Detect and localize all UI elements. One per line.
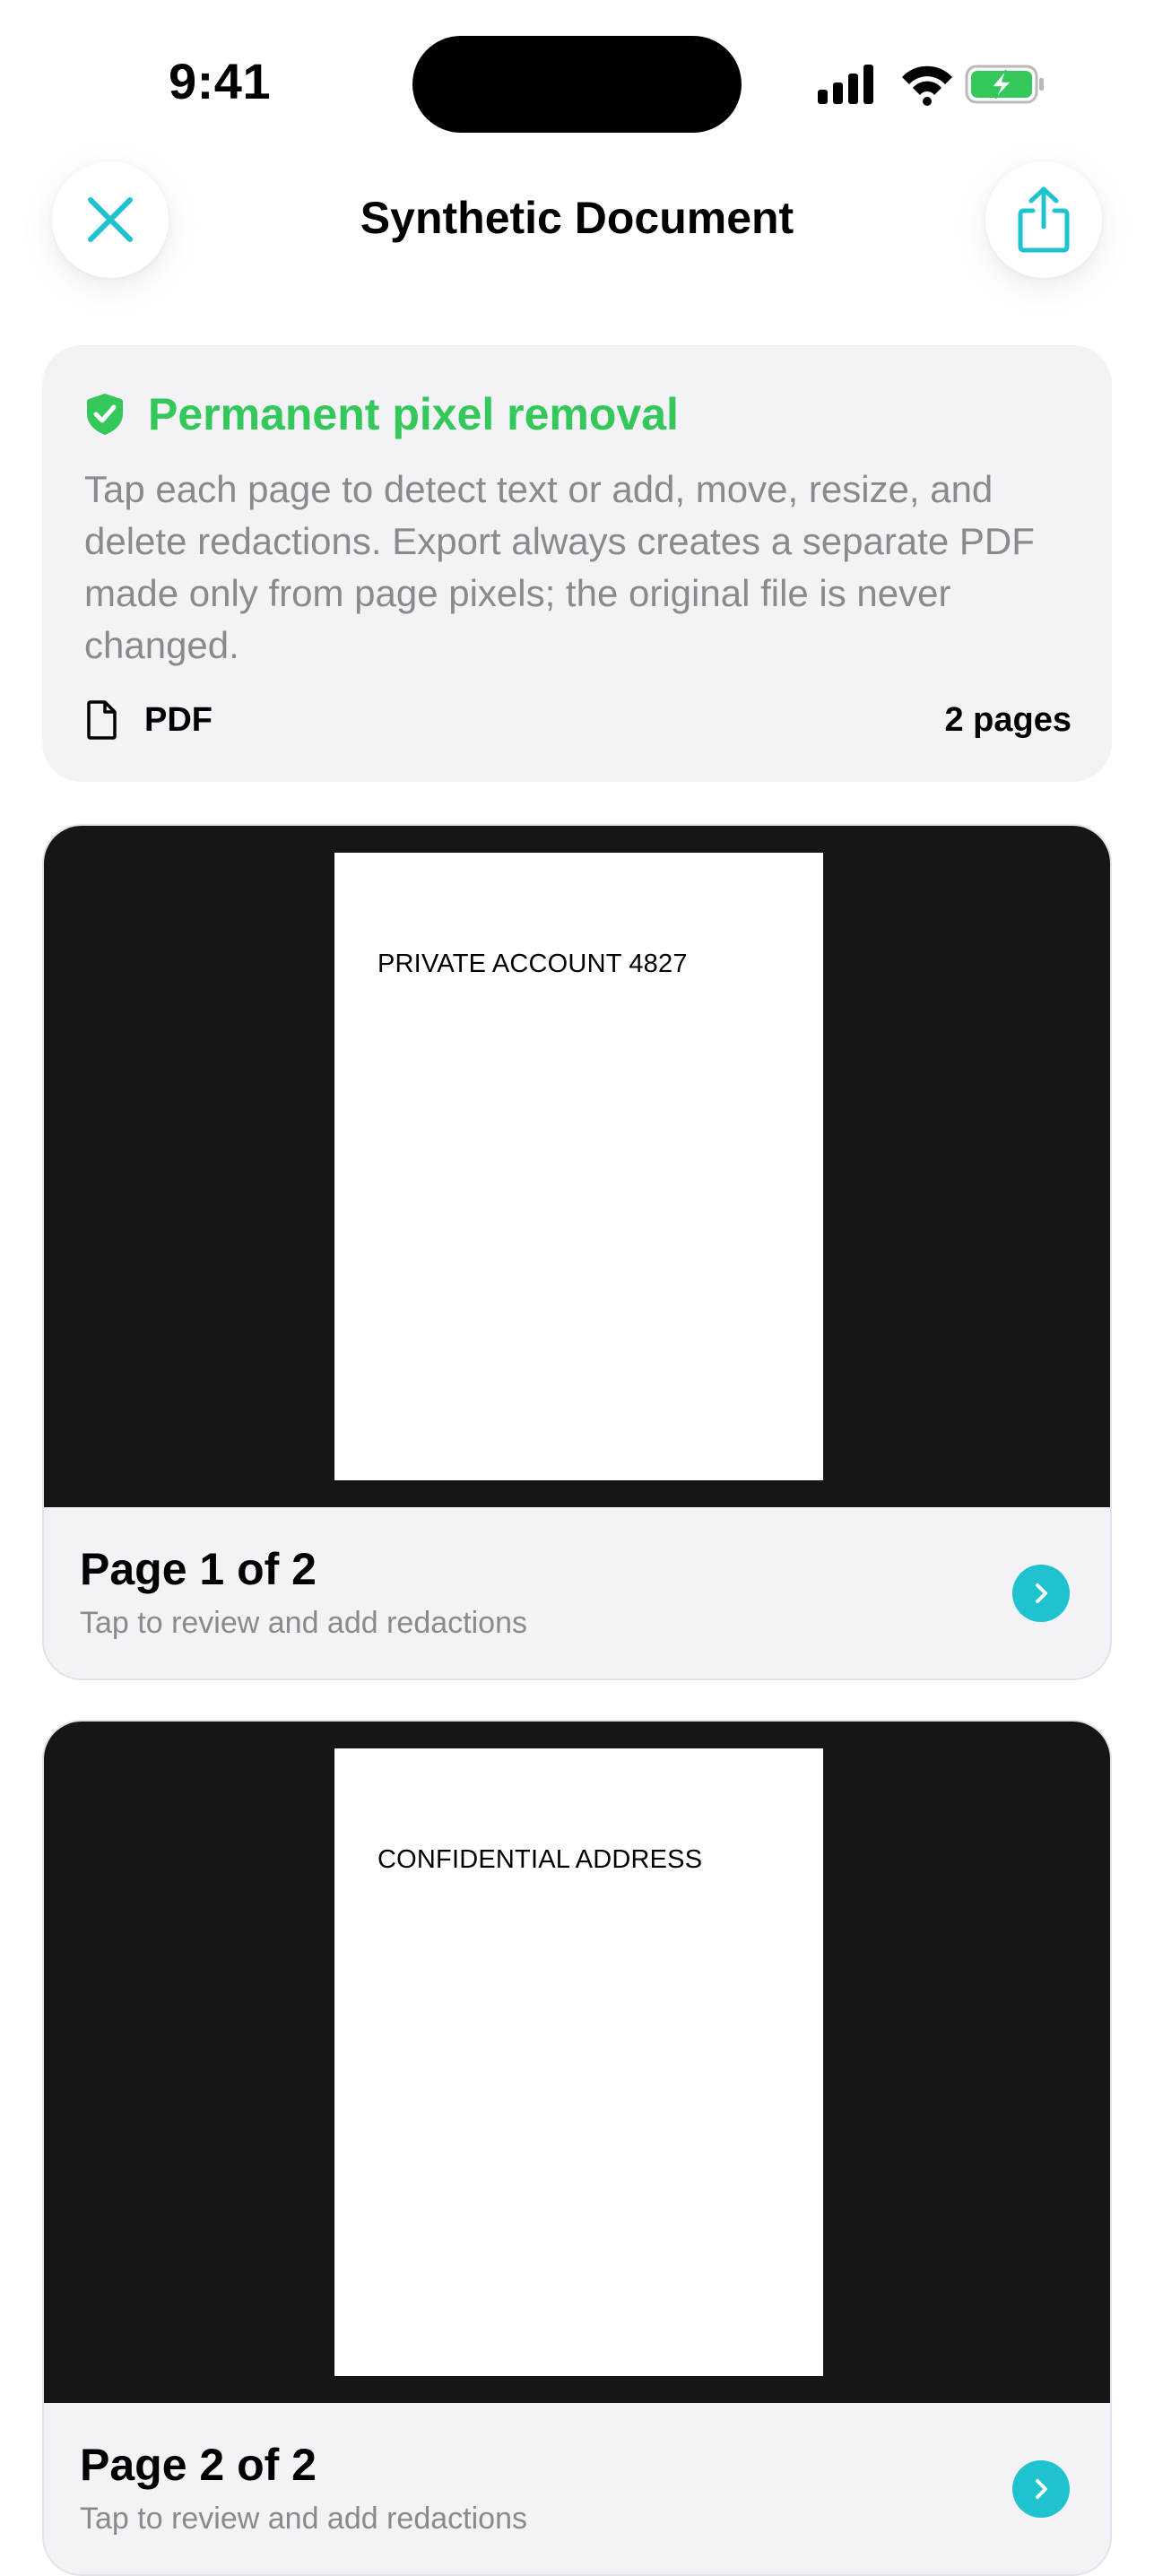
battery-charging-icon	[965, 65, 1044, 104]
page-card[interactable]: CONFIDENTIAL ADDRESS Page 2 of 2 Tap to …	[42, 1720, 1112, 2576]
page-card-subtitle: Tap to review and add redactions	[80, 1606, 527, 1640]
share-icon	[1018, 186, 1070, 253]
document-icon	[87, 700, 117, 740]
dynamic-island	[412, 36, 742, 133]
page-card-title: Page 2 of 2	[80, 2440, 317, 2490]
page-card-title: Page 1 of 2	[80, 1544, 317, 1594]
shield-check-icon	[87, 394, 123, 435]
info-footer: PDF 2 pages	[85, 695, 1072, 745]
info-description: Tap each page to detect text or add, mov…	[84, 468, 1035, 666]
page-thumbnail-text: PRIVATE ACCOUNT 4827	[377, 950, 688, 978]
file-type: PDF	[85, 700, 213, 740]
chevron-right-icon	[1036, 2479, 1047, 2499]
info-title: Permanent pixel removal	[148, 389, 679, 439]
cellular-signal-icon	[818, 65, 873, 104]
info-card: Permanent pixel removal Tap each page to…	[42, 345, 1112, 782]
page-thumbnail: PRIVATE ACCOUNT 4827	[334, 853, 823, 1480]
status-icons	[814, 61, 1047, 106]
chevron-right-icon	[1036, 1583, 1047, 1603]
page-meta[interactable]: Page 2 of 2 Tap to review and add redact…	[44, 2403, 1110, 2574]
status-bar: 9:41	[0, 0, 1154, 152]
page-title: Synthetic Document	[360, 193, 794, 243]
page-preview[interactable]: CONFIDENTIAL ADDRESS	[44, 1722, 1110, 2403]
page-thumbnail: CONFIDENTIAL ADDRESS	[334, 1748, 823, 2376]
page-card[interactable]: PRIVATE ACCOUNT 4827 Page 1 of 2 Tap to …	[42, 824, 1112, 1680]
page-thumbnail-text: CONFIDENTIAL ADDRESS	[377, 1845, 703, 1874]
page-preview[interactable]: PRIVATE ACCOUNT 4827	[44, 826, 1110, 1507]
wifi-icon	[902, 65, 952, 106]
nav-bar: Synthetic Document	[0, 152, 1154, 323]
open-page-button[interactable]	[1012, 1565, 1070, 1622]
file-type-label: PDF	[144, 700, 213, 739]
open-page-button[interactable]	[1012, 2460, 1070, 2518]
page-meta[interactable]: Page 1 of 2 Tap to review and add redact…	[44, 1507, 1110, 1678]
page-count: 2 pages	[944, 700, 1072, 739]
info-header: Permanent pixel removal	[85, 388, 679, 440]
share-button[interactable]	[985, 161, 1102, 278]
status-time: 9:41	[169, 53, 272, 109]
